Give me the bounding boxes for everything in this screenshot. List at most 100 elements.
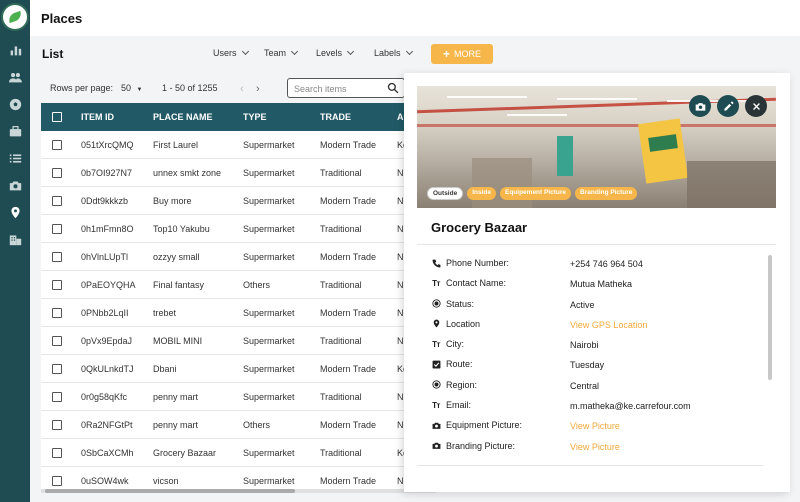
- rows-per-page-select[interactable]: 50 ▼: [121, 83, 142, 93]
- cell-trade: Modern Trade: [320, 475, 377, 486]
- cell-place-name: penny mart: [153, 419, 199, 430]
- photo-upload-button[interactable]: [689, 95, 711, 117]
- table-row[interactable]: 0uSOW4wk vicson Supermarket Modern Trade N: [41, 467, 436, 489]
- chevron-down-icon: [405, 47, 413, 56]
- field-value: Nairobi: [570, 340, 599, 351]
- row-checkbox[interactable]: [52, 167, 62, 178]
- users-icon[interactable]: [7, 69, 23, 85]
- table-row[interactable]: 0PaEOYQHA Final fantasy Others Traditional N: [41, 271, 436, 299]
- row-checkbox[interactable]: [52, 251, 62, 262]
- chevron-down-icon: [241, 47, 249, 56]
- row-checkbox[interactable]: [52, 307, 62, 318]
- detail-title: Grocery Bazaar: [431, 220, 528, 235]
- table-row[interactable]: 0hVlnLUpTl ozzyy small Supermarket Modern T…: [41, 243, 436, 271]
- text-icon: Tт: [432, 400, 440, 410]
- phone-icon: [431, 258, 441, 268]
- field-label: Email:: [446, 400, 472, 411]
- vertical-scrollbar[interactable]: [768, 255, 772, 380]
- building-icon[interactable]: [7, 231, 23, 247]
- search-icon[interactable]: [387, 82, 399, 94]
- row-checkbox[interactable]: [52, 419, 62, 430]
- chevron-down-icon: [346, 47, 355, 56]
- column-header-item-id[interactable]: ITEM ID: [81, 112, 151, 122]
- close-icon: [752, 102, 760, 110]
- row-checkbox[interactable]: [52, 195, 62, 206]
- filter-users-dropdown[interactable]: Users: [213, 47, 249, 58]
- next-page-icon[interactable]: ›: [256, 83, 260, 95]
- table-row[interactable]: 0Ddt9kkkzb Buy more Supermarket Modern Trad…: [41, 187, 436, 215]
- detail-field: Tт Contact Name: Mutua Matheka: [431, 278, 761, 298]
- horizontal-scrollbar[interactable]: [41, 489, 436, 493]
- cell-place-name: Top10 Yakubu: [153, 223, 210, 234]
- cell-type: Supermarket: [243, 195, 295, 206]
- cell-place-name: unnex smkt zone: [153, 167, 222, 178]
- field-link[interactable]: View Picture: [570, 442, 620, 452]
- row-checkbox[interactable]: [52, 391, 62, 402]
- soccer-ball-icon[interactable]: [7, 96, 23, 112]
- column-header-type[interactable]: TYPE: [243, 112, 318, 122]
- cell-item-id: 0PNbb2LqII: [81, 307, 129, 318]
- page-title: Places: [41, 11, 83, 26]
- table-row[interactable]: 051tXrcQMQ First Laurel Supermarket Modern …: [41, 131, 436, 159]
- row-checkbox[interactable]: [52, 279, 62, 290]
- table-row[interactable]: 0SbCaXCMh Grocery Bazaar Supermarket Tradit…: [41, 439, 436, 467]
- list-icon[interactable]: [7, 150, 23, 166]
- table-row[interactable]: 0h1mFmn8O Top10 Yakubu Supermarket Traditio…: [41, 215, 436, 243]
- cell-type: Supermarket: [243, 391, 295, 402]
- top-header: Places: [30, 0, 800, 36]
- photo-tab-equipment[interactable]: Equipement Picture: [500, 187, 572, 200]
- cell-place-name: trebet: [153, 307, 177, 318]
- select-all-checkbox[interactable]: [52, 112, 62, 122]
- column-header-place-name[interactable]: PLACE NAME: [153, 112, 241, 122]
- table-row[interactable]: 0b7OI927N7 unnex smkt zone Supermarket Trad…: [41, 159, 436, 187]
- brand-logo[interactable]: [1, 3, 29, 31]
- field-link[interactable]: View Picture: [570, 421, 620, 431]
- field-label: Equipment Picture:: [446, 420, 523, 431]
- column-header-trade[interactable]: TRADE: [320, 112, 395, 122]
- prev-page-icon[interactable]: ‹: [240, 83, 244, 95]
- filter-team-dropdown[interactable]: Team: [264, 47, 299, 58]
- table-row[interactable]: 0Ra2NFGtPt penny mart Others Modern Trade N: [41, 411, 436, 439]
- filter-levels-dropdown[interactable]: Levels: [316, 47, 355, 58]
- row-checkbox[interactable]: [52, 475, 62, 486]
- edit-button[interactable]: [717, 95, 739, 117]
- filter-label: Levels: [316, 48, 343, 58]
- divider: [417, 244, 776, 245]
- search-input[interactable]: [294, 82, 384, 95]
- sidebar: [0, 0, 30, 502]
- row-checkbox[interactable]: [52, 223, 62, 234]
- location-pin-icon[interactable]: [7, 204, 23, 220]
- search-box: [287, 78, 405, 98]
- photo-tabs: Outside Inside Equipement Picture Brandi…: [427, 187, 638, 200]
- field-label: Region:: [446, 379, 478, 390]
- cell-place-name: ozzyy small: [153, 251, 200, 262]
- field-link[interactable]: View GPS Location: [570, 320, 647, 330]
- bar-chart-icon[interactable]: [7, 42, 23, 58]
- table-row[interactable]: 0PNbb2LqII trebet Supermarket Modern Trade N: [41, 299, 436, 327]
- photo-tab-inside[interactable]: Inside: [467, 187, 496, 200]
- row-checkbox[interactable]: [52, 447, 62, 458]
- field-label: City:: [446, 339, 464, 350]
- rows-per-page-label: Rows per page:: [50, 83, 114, 93]
- detail-field: Tт Email: m.matheka@ke.carrefour.com: [431, 400, 761, 420]
- table-row[interactable]: 0QkULnkdTJ Dbani Supermarket Modern Trade Ke: [41, 355, 436, 383]
- briefcase-icon[interactable]: [7, 123, 23, 139]
- photo-tab-outside[interactable]: Outside: [427, 187, 464, 200]
- photo-tab-branding[interactable]: Branding Picture: [575, 187, 638, 200]
- filter-label: Team: [264, 48, 287, 58]
- field-value: +254 746 964 504: [570, 259, 643, 269]
- close-button[interactable]: [745, 95, 767, 117]
- filter-labels-dropdown[interactable]: Labels: [374, 47, 413, 58]
- table-row[interactable]: 0r0g58qKfc penny mart Supermarket Tradition…: [41, 383, 436, 411]
- row-checkbox[interactable]: [52, 139, 62, 150]
- more-button[interactable]: + MORE: [431, 44, 493, 64]
- cell-item-id: 0r0g58qKfc: [81, 391, 128, 402]
- cell-type: Others: [243, 419, 271, 430]
- cell-item-id: 0pVx9EpdaJ: [81, 335, 133, 346]
- row-checkbox[interactable]: [52, 335, 62, 346]
- scrollbar-thumb[interactable]: [45, 489, 295, 493]
- plus-icon: +: [442, 47, 450, 61]
- camera-icon[interactable]: [7, 177, 23, 193]
- row-checkbox[interactable]: [52, 363, 62, 374]
- table-row[interactable]: 0pVx9EpdaJ MOBIL MINI Supermarket Tradition…: [41, 327, 436, 355]
